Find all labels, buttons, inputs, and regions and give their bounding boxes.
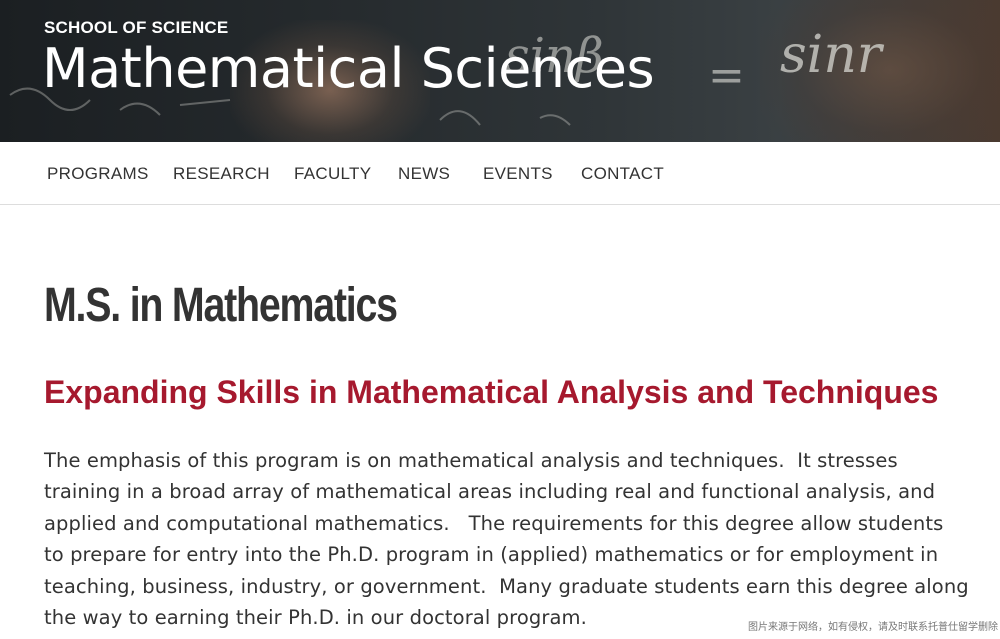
chalk-sinr-text: sinr <box>780 25 885 85</box>
page-title: M.S. in Mathematics <box>44 279 398 332</box>
nav-item-faculty[interactable]: FACULTY <box>294 164 371 184</box>
nav-item-events[interactable]: EVENTS <box>483 164 553 184</box>
nav-item-programs[interactable]: PROGRAMS <box>47 164 149 184</box>
site-title[interactable]: Mathematical Sciences <box>42 37 655 100</box>
main-nav: PROGRAMS RESEARCH FACULTY NEWS EVENTS CO… <box>0 142 1000 205</box>
header-banner: sinβ = sinr SCHOOL OF SCIENCE Mathematic… <box>0 0 1000 142</box>
school-label[interactable]: SCHOOL OF SCIENCE <box>44 18 228 38</box>
nav-item-research[interactable]: RESEARCH <box>173 164 270 184</box>
image-source-watermark: 图片来源于网络，如有侵权，请及时联系托普仕留学删除 <box>748 618 998 633</box>
nav-item-news[interactable]: NEWS <box>398 164 450 184</box>
chalk-equals-text: = <box>708 50 745 101</box>
section-subtitle: Expanding Skills in Mathematical Analysi… <box>44 374 939 410</box>
program-description: The emphasis of this program is on mathe… <box>44 449 976 630</box>
nav-item-contact[interactable]: CONTACT <box>581 164 664 184</box>
